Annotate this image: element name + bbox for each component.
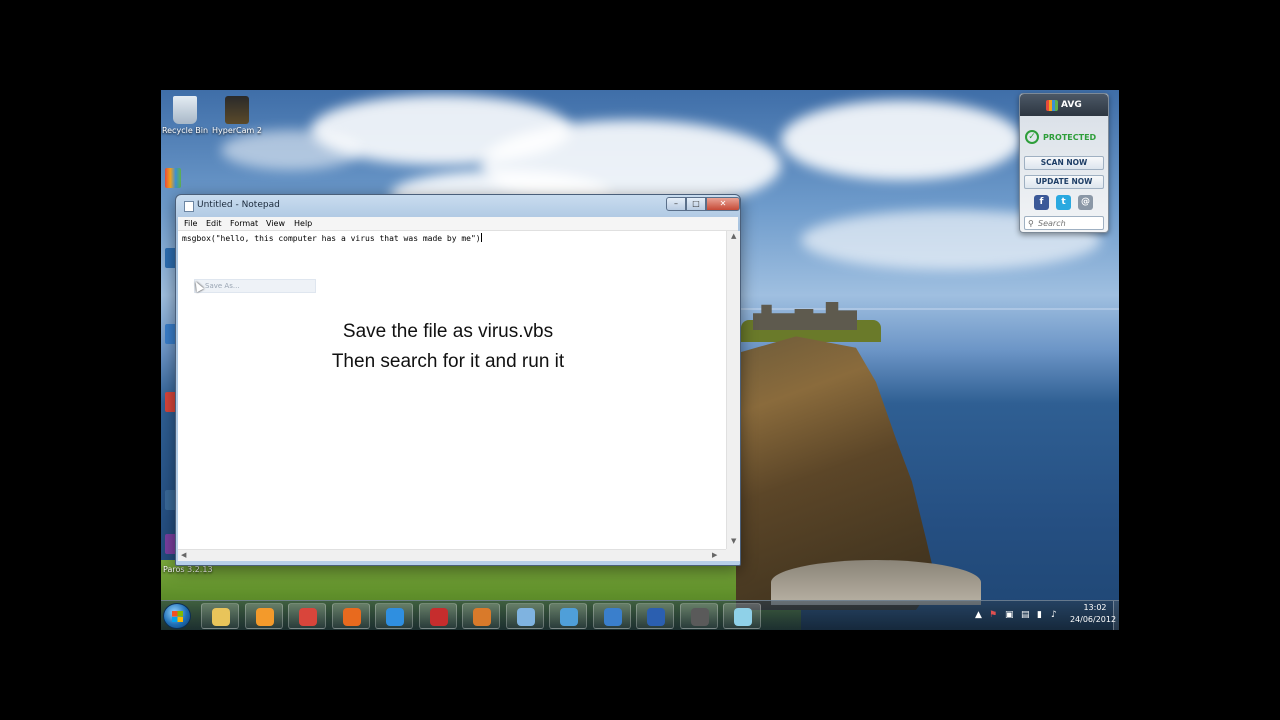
taskbar-button-itunes[interactable] [592, 603, 631, 629]
twitter-icon[interactable]: t [1056, 195, 1071, 210]
avg-gadget: AVG ✓ PROTECTED SCAN NOW UPDATE NOW f t … [1019, 93, 1109, 233]
itunes-icon [603, 608, 622, 626]
search-input[interactable] [1038, 218, 1102, 229]
desktop-icon-label: Paros 3.2.13 [163, 565, 213, 574]
system-tray: ▲ ⚑ ▣ ▤ ▮ ♪ 13:02 24/06/2012 [971, 601, 1119, 630]
clock-time[interactable]: 13:02 [1075, 603, 1115, 612]
notepad-icon [734, 608, 752, 626]
show-hidden-icons-icon[interactable]: ▲ [975, 610, 982, 620]
paint-icon [516, 608, 535, 626]
search-icon: ⚲ [1028, 219, 1034, 228]
check-icon: ✓ [1025, 130, 1039, 144]
desktop-screen: Recycle Bin HyperCam 2 Paros 3.2.13 Unti… [161, 90, 1119, 630]
hypercam-icon [225, 96, 249, 124]
avg-brand: AVG [1061, 100, 1082, 110]
scroll-up-icon[interactable]: ▲ [731, 232, 736, 240]
recycle-bin-icon [173, 96, 197, 124]
menu-file[interactable]: File [184, 219, 197, 228]
taskbar-button-media-player[interactable] [244, 603, 283, 629]
desktop-icon-label: HyperCam 2 [212, 126, 262, 135]
avg-header: AVG [1020, 94, 1108, 116]
desktop-icon-paros[interactable]: Paros 3.2.13 [161, 565, 215, 574]
taskbar-button-paint[interactable] [505, 603, 544, 629]
avg-logo-icon [1046, 100, 1058, 111]
scan-now-button[interactable]: SCAN NOW [1024, 156, 1104, 170]
castle-ruins [753, 302, 857, 330]
taskbar-button-word[interactable] [636, 603, 674, 629]
save-as-label: Save As... [205, 282, 240, 290]
editor-content: msgbox("hello, this computer has a virus… [182, 234, 481, 243]
internet-explorer-icon [386, 608, 404, 626]
notepad-app-icon [184, 201, 194, 212]
show-desktop-button[interactable] [1113, 601, 1119, 630]
scroll-right-icon[interactable]: ▶ [712, 551, 717, 559]
menu-format[interactable]: Format [230, 219, 258, 228]
menu-bar: File Edit Format View Help [178, 217, 738, 231]
remote-desktop-icon [560, 608, 578, 626]
taskbar-button-windows-explorer[interactable] [201, 603, 239, 629]
network-icon[interactable]: ▮ [1037, 610, 1042, 620]
windows-logo-icon [172, 611, 183, 622]
taskbar-button-firefox[interactable] [331, 603, 370, 629]
resize-grip[interactable] [726, 549, 740, 561]
taskbar-button-paros[interactable] [462, 603, 500, 629]
chrome-icon [299, 608, 317, 626]
editor-text: msgbox("hello, this computer has a virus… [182, 233, 482, 243]
title-bar[interactable]: Untitled - Notepad – □ ✕ [176, 195, 740, 217]
horizontal-scrollbar[interactable]: ◀ ▶ [178, 549, 726, 561]
windows-explorer-icon [212, 608, 230, 626]
avg-search-box[interactable]: ⚲ [1024, 216, 1104, 230]
paros-icon [473, 608, 491, 626]
volume-icon[interactable]: ♪ [1051, 610, 1057, 620]
hypercam-2-icon [690, 608, 709, 626]
device-icon[interactable]: ▣ [1005, 610, 1014, 620]
instruction-line-2: Then search for it and run it [331, 351, 565, 372]
maximize-button[interactable]: □ [686, 197, 706, 211]
minimize-button[interactable]: – [666, 197, 686, 211]
vertical-scrollbar[interactable]: ▲ ▼ [726, 231, 740, 549]
scroll-down-icon[interactable]: ▼ [731, 537, 736, 545]
hdd-icon[interactable]: ▤ [1021, 610, 1030, 620]
scroll-left-icon[interactable]: ◀ [181, 551, 186, 559]
instruction-line-1: Save the file as virus.vbs [342, 321, 554, 342]
taskbar-button-internet-explorer[interactable] [375, 603, 413, 629]
taskbar-button-chrome[interactable] [288, 603, 326, 629]
window-title: Untitled - Notepad [197, 200, 280, 210]
taskbar: ▲ ⚑ ▣ ▤ ▮ ♪ 13:02 24/06/2012 [161, 600, 1119, 630]
text-caret [480, 233, 482, 242]
desktop-icon-hypercam[interactable]: HyperCam 2 [207, 96, 267, 135]
instruction-overlay: Save the file as virus.vbs Then search f… [178, 317, 718, 377]
desktop-icon-avg[interactable] [165, 168, 181, 188]
web-icon[interactable]: @ [1078, 195, 1093, 210]
menu-edit[interactable]: Edit [206, 219, 222, 228]
taskbar-button-remote-desktop[interactable] [549, 603, 587, 629]
taskbar-button-notepad[interactable] [723, 603, 761, 629]
taskbar-button-hypercam-2[interactable] [679, 603, 718, 629]
action-center-flag-icon[interactable]: ⚑ [989, 610, 997, 620]
menu-view[interactable]: View [266, 219, 285, 228]
word-icon [647, 608, 665, 626]
save-as-menu-item[interactable]: Save As... [194, 279, 316, 293]
close-button[interactable]: ✕ [706, 197, 740, 211]
hypercam-icon [429, 608, 448, 626]
update-now-button[interactable]: UPDATE NOW [1024, 175, 1104, 189]
notepad-window[interactable]: Untitled - Notepad – □ ✕ File Edit Forma… [175, 194, 741, 566]
clock-date[interactable]: 24/06/2012 [1067, 615, 1119, 624]
media-player-icon [255, 608, 274, 626]
start-button[interactable] [163, 603, 191, 629]
text-editor[interactable]: msgbox("hello, this computer has a virus… [178, 231, 726, 549]
facebook-icon[interactable]: f [1034, 195, 1049, 210]
desktop-icon-label: Recycle Bin [161, 126, 209, 135]
avg-status: PROTECTED [1043, 133, 1097, 142]
firefox-icon [342, 608, 361, 626]
menu-help[interactable]: Help [294, 219, 312, 228]
taskbar-button-hypercam[interactable] [418, 603, 457, 629]
